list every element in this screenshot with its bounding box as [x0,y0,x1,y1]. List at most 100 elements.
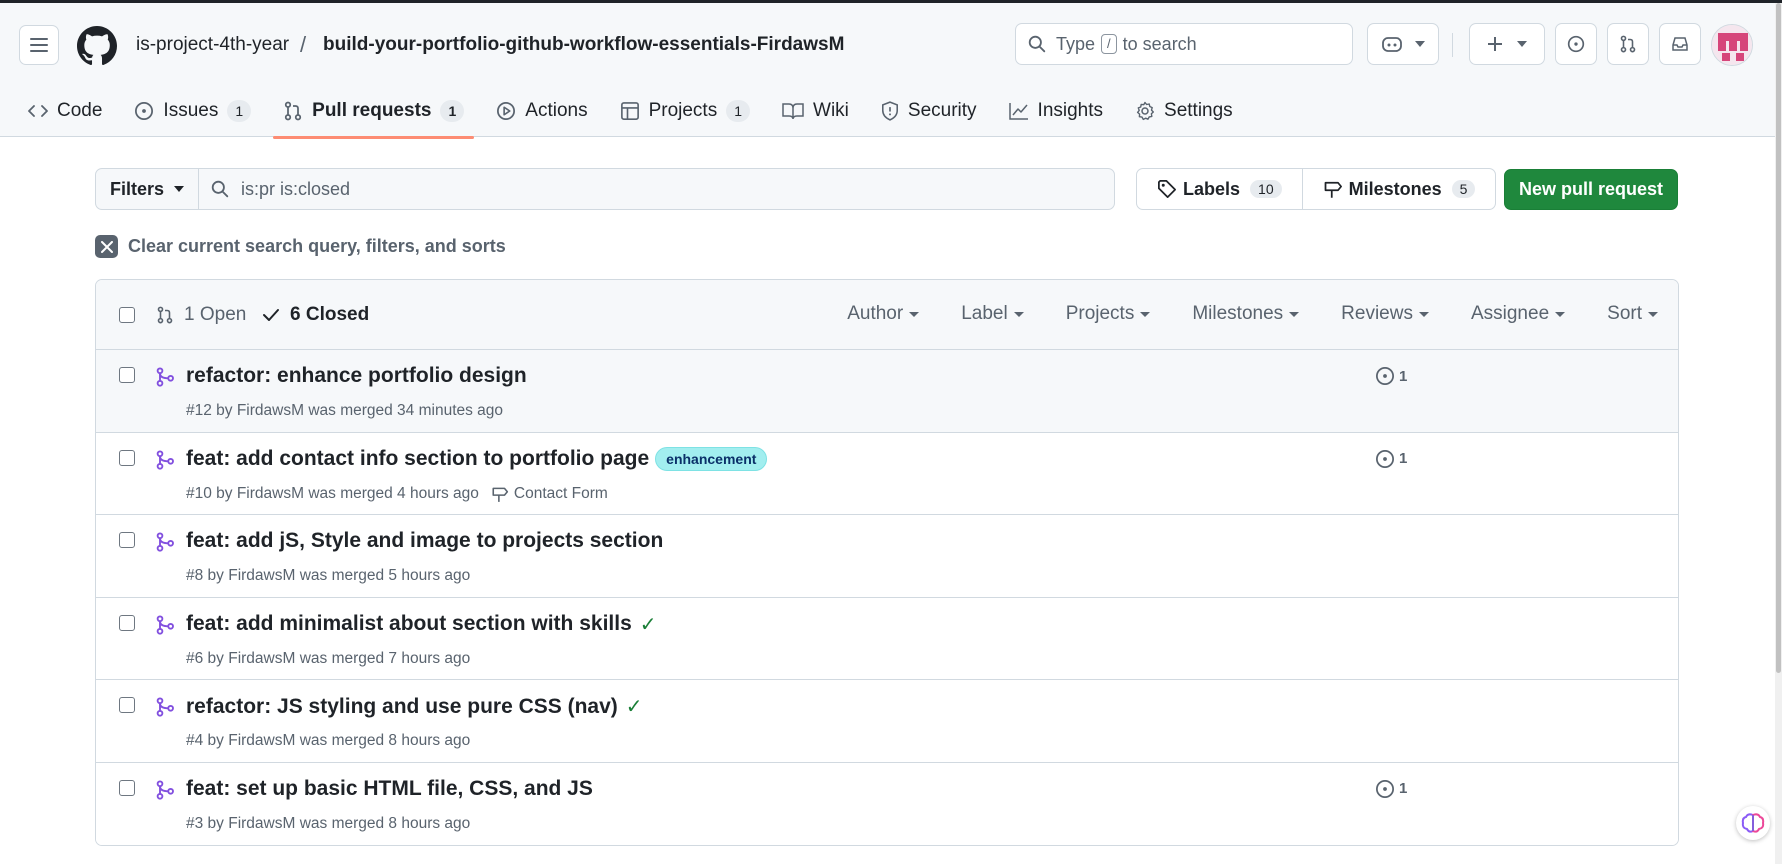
tab-pull-requests-count: 1 [440,100,465,122]
tab-pull-requests-label: Pull requests [312,100,432,121]
pr-title-line: refactor: JS styling and use pure CSS (n… [186,694,643,719]
new-pull-request-button[interactable]: New pull request [1504,169,1678,210]
pr-row[interactable]: feat: add jS, Style and image to project… [96,515,1678,598]
merged-icon [156,532,174,552]
checks-passed-icon[interactable]: ✓ [626,694,643,719]
labels-milestones-group: Labels 10 Milestones 5 [1136,168,1497,210]
pull-request-icon [157,306,173,324]
pr-row[interactable]: feat: add minimalist about section with … [96,597,1678,681]
projects-filter[interactable]: Projects [1066,303,1151,325]
tab-actions[interactable]: Actions [486,91,597,131]
pr-row[interactable]: refactor: enhance portfolio design #12 b… [96,350,1678,433]
list-filter-menus: Author Label Projects Milestones Reviews… [805,303,1658,325]
pr-checkbox[interactable] [119,532,135,549]
milestone-name: Contact Form [513,484,608,502]
pr-title-line: feat: add jS, Style and image to project… [186,529,663,553]
sort-filter[interactable]: Sort [1607,303,1658,325]
tab-code[interactable]: Code [18,91,112,131]
tab-pull-requests[interactable]: Pull requests 1 [273,91,475,139]
check-icon [263,309,279,321]
linked-issues-count: 1 [1399,780,1408,798]
pr-row[interactable]: feat: add contact info section to portfo… [96,432,1678,516]
pr-meta-text: #3 by FirdawsM was merged 8 hours ago [186,814,471,832]
pull-requests-shortcut-button[interactable] [1607,23,1649,65]
linked-issues-count: 1 [1399,450,1408,468]
search-icon [211,180,229,198]
merged-icon [156,615,174,635]
tab-wiki[interactable]: Wiki [772,91,859,131]
closed-filter-link[interactable]: 6 Closed [262,304,369,326]
pr-row[interactable]: feat: set up basic HTML file, CSS, and J… [96,762,1678,845]
create-new-button[interactable] [1469,23,1545,65]
pr-meta: #4 by FirdawsM was merged 8 hours ago [186,732,470,750]
tab-insights-label: Insights [1037,100,1104,121]
tab-insights[interactable]: Insights [999,91,1113,131]
milestones-filter[interactable]: Milestones [1192,303,1299,325]
inbox-button[interactable] [1659,23,1701,65]
pull-request-list: 1 Open 6 Closed Author Label Projects Mi… [95,279,1679,846]
github-logo-icon[interactable] [77,26,117,66]
chevron-down-icon [1415,41,1425,47]
pr-checkbox[interactable] [119,449,135,466]
inbox-icon [1672,37,1688,51]
pr-checkbox[interactable] [119,614,135,631]
milestone-link[interactable]: Contact Form [491,485,608,503]
book-icon [782,103,804,120]
pr-search-input[interactable]: is:pr is:closed [199,169,1114,209]
scrollbar-thumb[interactable] [1776,3,1781,673]
assistant-extension-button[interactable] [1736,806,1770,840]
tab-security-label: Security [907,100,977,121]
checks-passed-icon[interactable]: ✓ [640,612,657,637]
assignee-filter[interactable]: Assignee [1471,303,1565,325]
linked-issues-link[interactable]: 1 [1375,449,1407,469]
issue-icon [1376,779,1394,798]
tab-settings[interactable]: Settings [1125,91,1243,131]
pr-title-line: refactor: enhance portfolio design [186,364,527,388]
issues-shortcut-button[interactable] [1555,23,1597,65]
pr-checkbox[interactable] [119,779,135,796]
milestones-count: 5 [1451,180,1476,198]
pr-title-link[interactable]: feat: add contact info section to portfo… [186,447,649,471]
linked-issues-count: 1 [1399,367,1408,385]
close-icon [95,235,118,258]
milestones-button[interactable]: Milestones 5 [1301,169,1496,209]
user-avatar[interactable] [1711,24,1753,66]
copilot-icon [1382,37,1402,52]
breadcrumb-owner[interactable]: is-project-4th-year [136,34,289,56]
table-icon [620,102,639,120]
pr-checkbox[interactable] [119,367,135,383]
milestone-icon [492,487,509,502]
linked-issues-link[interactable]: 1 [1375,366,1407,386]
pr-checkbox[interactable] [119,697,135,714]
hamburger-icon [30,38,48,52]
tab-security[interactable]: Security [871,91,987,131]
pr-title-link[interactable]: refactor: JS styling and use pure CSS (n… [186,695,618,719]
pr-title-link[interactable]: feat: set up basic HTML file, CSS, and J… [186,777,593,801]
filters-label: Filters [109,178,165,199]
menu-button[interactable] [19,25,59,65]
plus-icon [1488,37,1502,51]
linked-issues-link[interactable]: 1 [1375,779,1407,799]
pr-row[interactable]: refactor: JS styling and use pure CSS (n… [96,680,1678,763]
pr-title-link[interactable]: feat: add minimalist about section with … [186,612,632,636]
tab-issues[interactable]: Issues 1 [124,91,261,131]
pr-meta: #10 by FirdawsM was merged 4 hours ago C… [186,485,608,503]
select-all-checkbox[interactable] [119,307,135,323]
filters-dropdown-button[interactable]: Filters [96,169,199,209]
open-filter-link[interactable]: 1 Open [156,304,246,326]
reviews-filter[interactable]: Reviews [1341,303,1429,325]
global-search-input[interactable]: Type / to search [1015,23,1353,65]
breadcrumb-repo[interactable]: build-your-portfolio-github-workflow-ess… [323,34,844,56]
copilot-button[interactable] [1367,23,1439,65]
author-filter[interactable]: Author [847,303,919,325]
gear-icon [1136,101,1155,121]
labels-count: 10 [1250,180,1282,198]
pr-title-link[interactable]: refactor: enhance portfolio design [186,364,527,388]
label-filter[interactable]: Label [961,303,1024,325]
tab-projects[interactable]: Projects 1 [610,91,760,131]
labels-button[interactable]: Labels 10 [1137,169,1302,209]
pr-title-link[interactable]: feat: add jS, Style and image to project… [186,529,663,553]
clear-filters-link[interactable]: Clear current search query, filters, and… [95,235,506,258]
enhancement-label[interactable]: enhancement [655,446,768,471]
pull-request-icon [285,101,302,121]
